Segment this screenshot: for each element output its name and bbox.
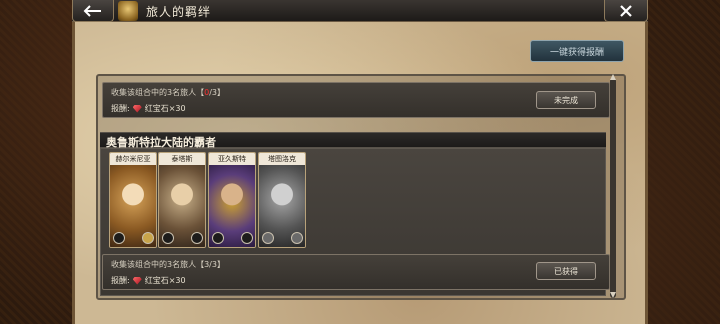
job-icon	[241, 232, 253, 244]
back-arrow-icon	[83, 4, 101, 17]
character-card[interactable]: 赫尔米尼亚	[109, 152, 157, 248]
weapon-icon	[113, 232, 125, 244]
character-name: 亚久斯特	[209, 153, 255, 165]
character-name: 泰塔斯	[159, 153, 205, 165]
scroll-down-arrow-icon[interactable]	[610, 292, 616, 298]
reward-label: 报酬:	[111, 104, 130, 113]
character-card[interactable]: 塔图洛克	[258, 152, 306, 248]
job-icon	[291, 232, 303, 244]
combo-reward-box: 收集该组合中的3名旅人【0/3】 报酬: 红宝石×30	[102, 82, 610, 118]
job-icon	[142, 232, 154, 244]
back-button[interactable]	[72, 0, 114, 22]
close-button[interactable]	[604, 0, 648, 22]
page-title: 旅人的羁绊	[146, 5, 212, 19]
ruby-icon	[132, 104, 142, 113]
character-name: 赫尔米尼亚	[110, 153, 156, 165]
title-emblem-icon	[118, 1, 138, 21]
weapon-icon	[262, 232, 274, 244]
combo-reward: 报酬: 红宝石×30	[111, 103, 186, 114]
character-card[interactable]: 亚久斯特	[208, 152, 256, 248]
ruby-icon	[132, 276, 142, 285]
scrollbar[interactable]	[610, 78, 616, 298]
combo-requirement: 收集该组合中的3名旅人【0/3】	[111, 88, 225, 97]
character-name: 塔图洛克	[259, 153, 305, 165]
claim-all-rewards-button[interactable]: 一键获得报酬	[530, 40, 624, 62]
combo-reward: 报酬: 红宝石×30	[111, 275, 186, 286]
combo-reward-box: 收集该组合中的3名旅人【3/3】 报酬: 红宝石×30	[102, 254, 610, 290]
weapon-icon	[212, 232, 224, 244]
character-card[interactable]: 泰塔斯	[158, 152, 206, 248]
reward-item: 红宝石×30	[144, 104, 186, 113]
group-title-bar: 奥鲁斯特拉大陆的霸者	[100, 132, 606, 149]
job-icon	[191, 232, 203, 244]
weapon-icon	[162, 232, 174, 244]
combo-requirement: 收集该组合中的3名旅人【3/3】	[111, 260, 225, 269]
reward-label: 报酬:	[111, 276, 130, 285]
status-incomplete-button[interactable]: 未完成	[536, 91, 596, 109]
scroll-up-arrow-icon[interactable]	[610, 74, 616, 80]
close-icon	[620, 4, 632, 17]
reward-item: 红宝石×30	[144, 276, 186, 285]
status-obtained-button[interactable]: 已获得	[536, 262, 596, 280]
